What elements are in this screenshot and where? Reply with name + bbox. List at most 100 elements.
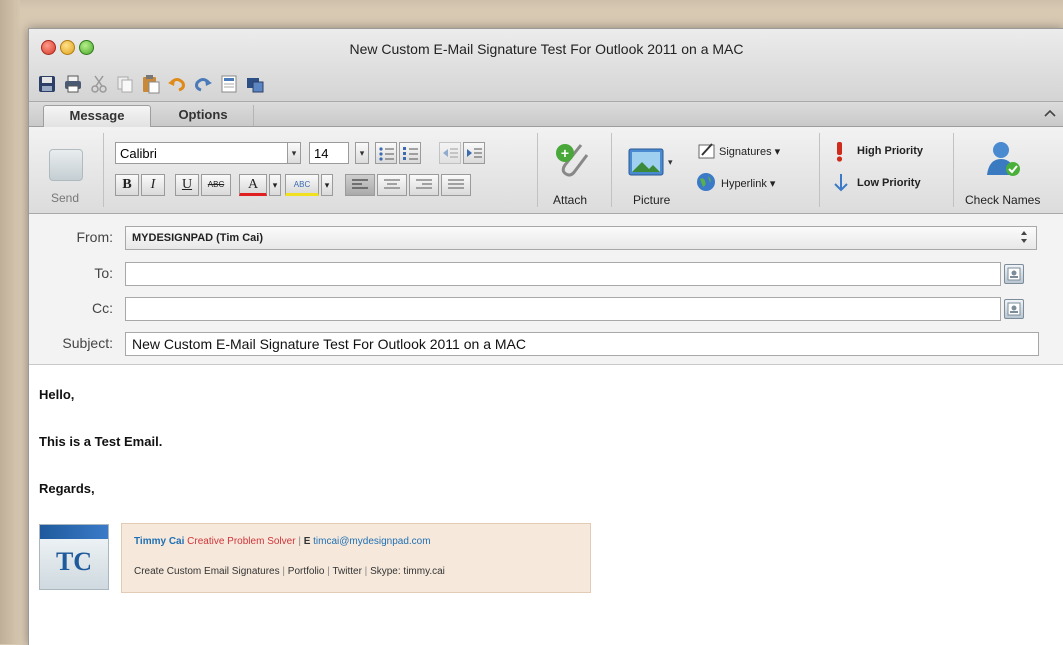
align-right-icon[interactable] xyxy=(409,174,439,196)
cut-icon[interactable] xyxy=(89,74,109,94)
svg-text:▾: ▾ xyxy=(668,157,673,167)
exclamation-icon[interactable] xyxy=(833,141,847,168)
hyperlink-dropdown-icon: ▾ xyxy=(769,178,776,190)
svg-text:+: + xyxy=(561,145,569,161)
numbering-icon[interactable] xyxy=(399,142,421,164)
font-color-button[interactable]: A xyxy=(239,174,267,196)
logo-initials: TC xyxy=(55,547,93,576)
align-left-icon[interactable] xyxy=(345,174,375,196)
signature-separator: | xyxy=(295,536,304,547)
ribbon-divider xyxy=(103,133,104,207)
address-book-icon[interactable] xyxy=(1004,299,1024,319)
to-label: To: xyxy=(94,265,113,281)
font-size-select[interactable]: 14 xyxy=(309,142,349,164)
body-line: This is a Test Email. xyxy=(39,434,163,449)
ribbon-divider xyxy=(953,133,954,207)
from-value: MYDESIGNPAD (Tim Cai) xyxy=(132,232,263,244)
down-arrow-icon[interactable] xyxy=(833,173,849,198)
strikethrough-button[interactable]: ABC xyxy=(201,174,231,196)
select-stepper-icon xyxy=(1020,227,1028,255)
signature-link-twitter[interactable]: Twitter xyxy=(332,566,361,577)
justify-icon[interactable] xyxy=(441,174,471,196)
signature-email-prefix: E xyxy=(303,536,311,547)
undo-icon[interactable] xyxy=(167,74,187,94)
signature-name: Timmy Cai xyxy=(134,536,185,547)
signature-line-1: Timmy Cai Creative Problem Solver | E ti… xyxy=(134,536,431,547)
cc-field[interactable] xyxy=(125,297,1001,321)
signature-email-link[interactable]: timcai@mydesignpad.com xyxy=(313,536,430,547)
italic-button[interactable]: I xyxy=(141,174,165,196)
signature-separator: | xyxy=(279,566,288,577)
compose-window: New Custom E-Mail Signature Test For Out… xyxy=(28,28,1063,645)
ribbon-tabs: Message Options xyxy=(29,102,1063,127)
print-icon[interactable] xyxy=(63,74,83,94)
tab-message[interactable]: Message xyxy=(43,105,151,127)
window-title: New Custom E-Mail Signature Test For Out… xyxy=(349,41,744,57)
template-icon[interactable] xyxy=(219,74,239,94)
highlight-button[interactable]: ABC xyxy=(285,174,319,196)
low-priority-button[interactable]: Low Priority xyxy=(857,177,921,189)
globe-icon[interactable] xyxy=(695,171,717,198)
signature-card: Timmy Cai Creative Problem Solver | E ti… xyxy=(121,523,591,593)
message-header: From: MYDESIGNPAD (Tim Cai) To: Cc: Subj… xyxy=(29,214,1063,365)
paperclip-icon[interactable]: + xyxy=(553,137,593,186)
from-select[interactable]: MYDESIGNPAD (Tim Cai) xyxy=(125,226,1037,250)
hyperlink-button[interactable]: Hyperlink ▾ xyxy=(721,177,775,190)
picture-label[interactable]: Picture xyxy=(633,193,670,207)
desktop-background-left xyxy=(0,0,20,644)
signature-line-2: Create Custom Email Signatures | Portfol… xyxy=(134,566,445,577)
to-field[interactable] xyxy=(125,262,1001,286)
logo-banner xyxy=(40,525,108,539)
attach-label[interactable]: Attach xyxy=(553,193,587,207)
signatures-label: Signatures xyxy=(719,146,772,158)
send-receive-icon[interactable] xyxy=(245,74,265,94)
save-icon[interactable] xyxy=(37,74,57,94)
desktop-background-top xyxy=(0,0,1063,10)
redo-icon[interactable] xyxy=(193,74,213,94)
ribbon: Send Calibri ▾ 14 ▾ B I U ABC A ▾ ABC ▾ xyxy=(29,127,1063,214)
title-bar: New Custom E-Mail Signature Test For Out… xyxy=(29,29,1063,102)
signatures-dropdown-icon: ▾ xyxy=(774,146,781,158)
align-center-icon[interactable] xyxy=(377,174,407,196)
quick-access-toolbar xyxy=(37,73,265,95)
underline-button[interactable]: U xyxy=(175,174,199,196)
font-size-dropdown-icon[interactable]: ▾ xyxy=(355,142,369,164)
ribbon-divider xyxy=(819,133,820,207)
address-book-icon[interactable] xyxy=(1004,264,1024,284)
signature-title: Creative Problem Solver xyxy=(187,536,296,547)
signature-link-portfolio[interactable]: Portfolio xyxy=(288,566,325,577)
signatures-button[interactable]: Signatures ▾ xyxy=(719,145,780,158)
increase-indent-icon[interactable] xyxy=(463,142,485,164)
highlight-dropdown-icon[interactable]: ▾ xyxy=(321,174,333,196)
subject-field[interactable]: New Custom E-Mail Signature Test For Out… xyxy=(125,332,1039,356)
font-name-select[interactable]: Calibri xyxy=(115,142,301,164)
signature-separator: | xyxy=(361,566,371,577)
font-color-dropdown-icon[interactable]: ▾ xyxy=(269,174,281,196)
person-check-icon[interactable] xyxy=(983,139,1023,184)
collapse-ribbon-icon[interactable] xyxy=(1044,107,1056,121)
copy-icon[interactable] xyxy=(115,74,135,94)
ribbon-divider xyxy=(537,133,538,207)
picture-icon[interactable]: ▾ xyxy=(627,143,673,188)
high-priority-button[interactable]: High Priority xyxy=(857,145,923,157)
tab-options[interactable]: Options xyxy=(153,105,254,126)
signature-skype: Skype: timmy.cai xyxy=(370,566,445,577)
hyperlink-label: Hyperlink xyxy=(721,178,767,190)
from-label: From: xyxy=(76,229,113,245)
signature-logo: TC xyxy=(39,524,109,590)
check-names-label[interactable]: Check Names xyxy=(965,193,1040,207)
decrease-indent-icon[interactable] xyxy=(439,142,461,164)
signature-link-create[interactable]: Create Custom Email Signatures xyxy=(134,566,280,577)
ribbon-divider xyxy=(611,133,612,207)
paste-icon[interactable] xyxy=(141,74,161,94)
bold-button[interactable]: B xyxy=(115,174,139,196)
cc-label: Cc: xyxy=(92,300,113,316)
body-greeting: Hello, xyxy=(39,387,75,402)
font-name-dropdown-icon[interactable]: ▾ xyxy=(287,142,301,164)
body-closing: Regards, xyxy=(39,481,95,496)
signature-icon[interactable] xyxy=(697,141,717,166)
send-button-label[interactable]: Send xyxy=(51,191,79,205)
subject-label: Subject: xyxy=(62,335,113,351)
send-icon[interactable] xyxy=(49,149,83,181)
bullets-icon[interactable] xyxy=(375,142,397,164)
